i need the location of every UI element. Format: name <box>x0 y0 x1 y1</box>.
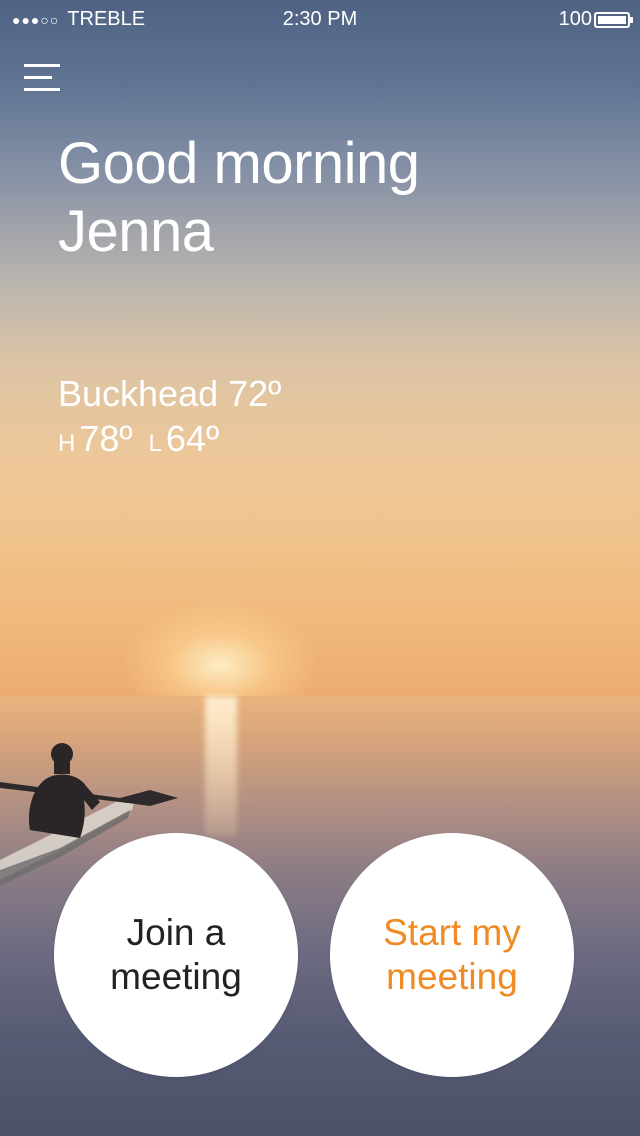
sun-reflection <box>205 696 237 836</box>
user-name: Jenna <box>58 199 214 264</box>
start-meeting-button[interactable]: Start my meeting <box>330 833 574 1077</box>
sunset-sky <box>0 0 640 700</box>
join-label-line1: Join a <box>126 912 226 953</box>
greeting-title: Good morning Jenna <box>58 130 618 266</box>
status-time: 2:30 PM <box>282 8 358 30</box>
location-temperature: Buckhead 72º <box>58 373 282 414</box>
menu-line-bottom <box>24 88 60 91</box>
join-label-line2: meeting <box>110 956 242 997</box>
low-temperature: 64º <box>165 418 220 459</box>
high-low-temperature: H 78º L 64º <box>58 416 281 467</box>
hamburger-menu-icon[interactable] <box>24 60 64 96</box>
join-meeting-button[interactable]: Join a meeting <box>54 833 298 1077</box>
status-bar: ●●●○○ TREBLE 2:30 PM 100 <box>0 0 640 40</box>
low-label: L <box>148 430 162 457</box>
battery-icon <box>594 11 633 28</box>
menu-line-top <box>24 64 60 67</box>
battery-percent: 100 <box>558 8 592 30</box>
battery-group: 100 <box>558 8 633 31</box>
weather-widget: Buckhead 72º H 78º L 64º <box>58 372 281 467</box>
start-meeting-label: Start my meeting <box>383 911 521 999</box>
start-label-line2: meeting <box>386 956 518 997</box>
high-label: H <box>58 430 76 457</box>
menu-line-middle <box>24 76 52 79</box>
high-temperature: 78º <box>79 418 133 459</box>
join-meeting-label: Join a meeting <box>110 911 242 999</box>
start-label-line1: Start my <box>383 912 521 953</box>
greeting-line: Good morning <box>58 131 420 196</box>
